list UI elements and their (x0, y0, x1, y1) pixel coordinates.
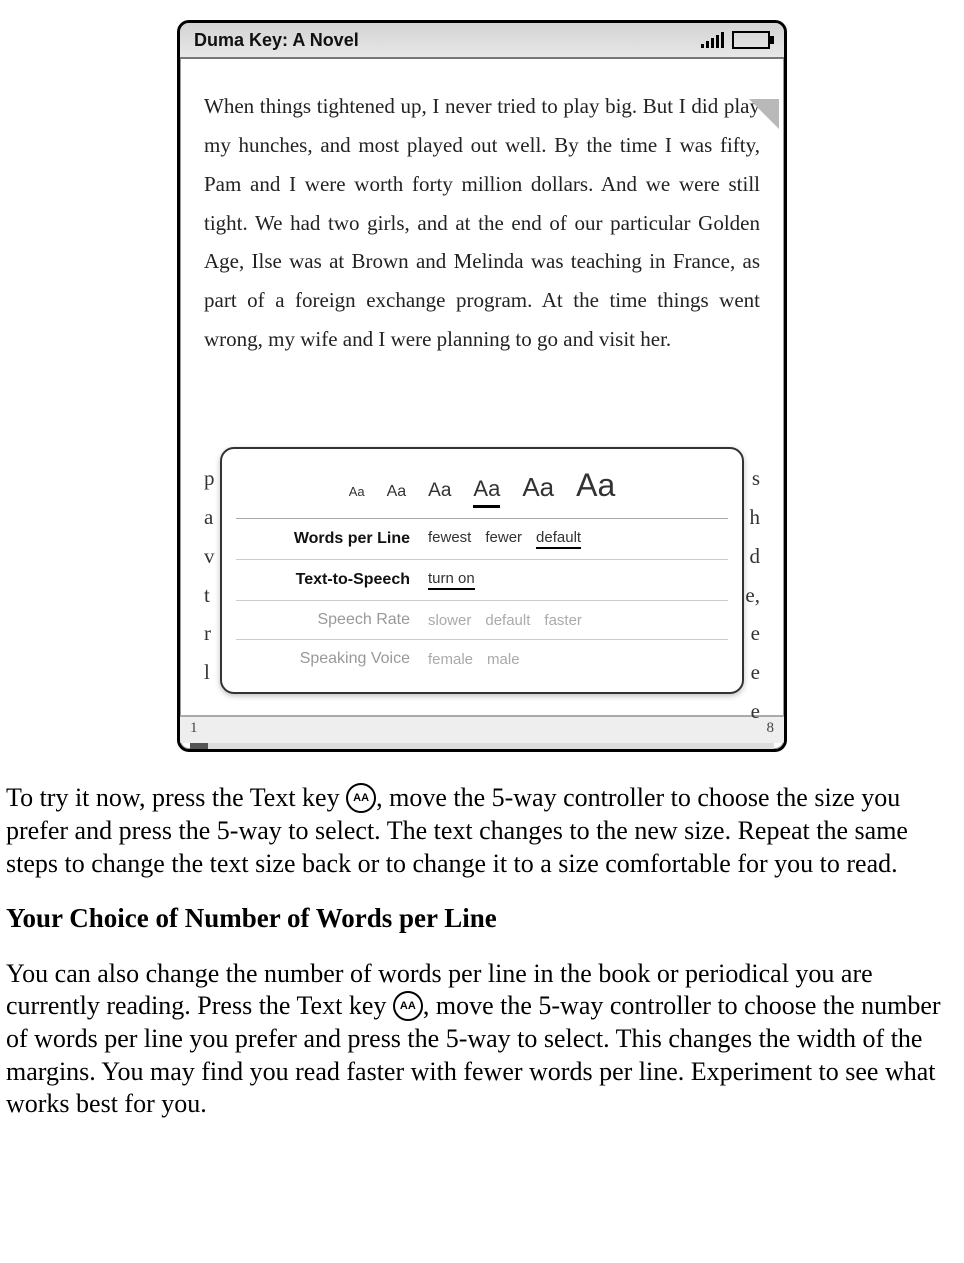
text-settings-popup: Aa Aa Aa Aa Aa Aa Words per Line fewest … (220, 447, 744, 694)
progress-bar (190, 743, 774, 749)
wpl-default[interactable]: default (536, 529, 581, 549)
progress-left: 1 (190, 720, 198, 737)
font-size-row: Aa Aa Aa Aa Aa Aa (236, 461, 728, 519)
signal-icon (701, 32, 724, 48)
wpl-fewer[interactable]: fewer (485, 529, 522, 549)
tts-label: Text-to-Speech (240, 571, 410, 589)
voice-female: female (428, 651, 473, 668)
kindle-topbar: Duma Key: A Novel (180, 23, 784, 59)
heading-words-per-line: Your Choice of Number of Words per Line (6, 902, 958, 936)
kindle-screenshot: Duma Key: A Novel When things tightened … (177, 20, 787, 752)
words-per-line-row: Words per Line fewest fewer default (236, 519, 728, 560)
rate-slower: slower (428, 612, 471, 629)
words-per-line-label: Words per Line (240, 530, 410, 548)
font-size-3[interactable]: Aa (428, 480, 451, 502)
status-icons (701, 31, 770, 49)
voice-male: male (487, 651, 520, 668)
paragraph-1: To try it now, press the Text key AA, mo… (6, 782, 958, 880)
rate-default: default (485, 612, 530, 629)
font-size-2[interactable]: Aa (387, 483, 407, 501)
rate-faster: faster (544, 612, 582, 629)
book-title: Duma Key: A Novel (194, 30, 359, 51)
document-body: To try it now, press the Text key AA, mo… (0, 782, 964, 1121)
font-size-1[interactable]: Aa (349, 484, 365, 499)
paragraph-2: You can also change the number of words … (6, 958, 958, 1121)
battery-icon (732, 31, 770, 49)
reader-body: When things tightened up, I never tried … (180, 59, 784, 715)
speech-rate-row: Speech Rate slower default faster (236, 601, 728, 640)
tts-turn-on[interactable]: turn on (428, 570, 475, 590)
font-size-6[interactable]: Aa (576, 467, 615, 504)
text-to-speech-row: Text-to-Speech turn on (236, 560, 728, 601)
speech-rate-label: Speech Rate (240, 611, 410, 629)
font-size-4[interactable]: Aa (473, 476, 500, 508)
text-key-icon: AA (346, 783, 376, 813)
progress-right: 8 (767, 720, 775, 737)
voice-label: Speaking Voice (240, 650, 410, 668)
reader-paragraph: When things tightened up, I never tried … (204, 87, 760, 359)
font-size-5[interactable]: Aa (522, 472, 554, 503)
text-key-icon: AA (393, 991, 423, 1021)
speaking-voice-row: Speaking Voice female male (236, 640, 728, 678)
dog-ear-icon (749, 99, 779, 129)
wpl-fewest[interactable]: fewest (428, 529, 471, 549)
